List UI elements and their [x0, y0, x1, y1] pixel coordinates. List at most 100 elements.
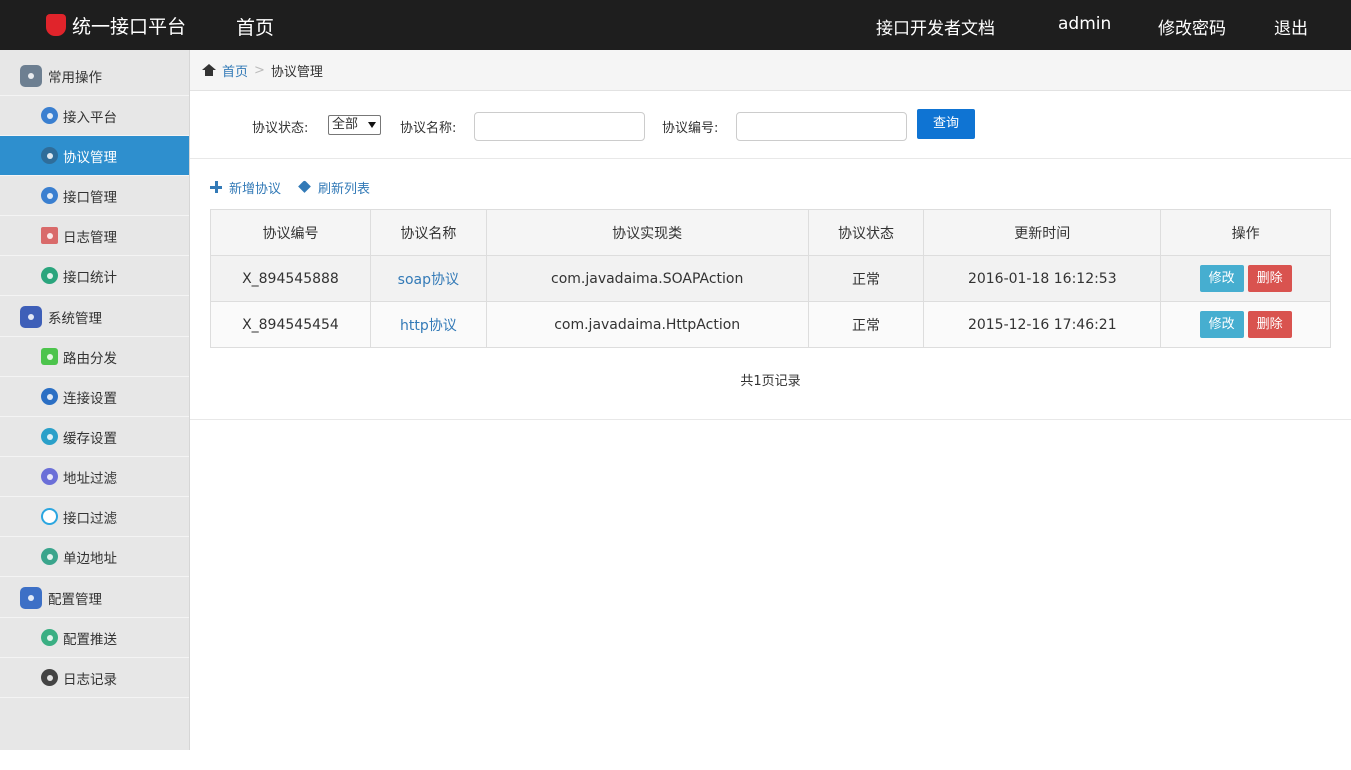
breadcrumb-current: 协议管理 [270, 64, 323, 80]
address-filter-icon [41, 468, 58, 485]
sidebar-item-interface-management[interactable]: 接口管理 [0, 176, 189, 216]
sidebar-item-connection-settings[interactable]: 连接设置 [0, 377, 189, 417]
status-select[interactable]: 全部 [328, 115, 381, 135]
nav-logout-link[interactable]: 退出 [1274, 14, 1308, 39]
cell-impl: com.javadaima.SOAPAction [485, 255, 809, 302]
connect-icon [41, 388, 58, 405]
refresh-list-label: 刷新列表 [318, 181, 371, 197]
sidebar-item-single-address[interactable]: 单边地址 [0, 537, 189, 577]
accessibility-icon [41, 107, 58, 124]
sidebar-item-label: 日志记录 [63, 671, 117, 688]
sidebar-item-protocol-management[interactable]: 协议管理 [0, 136, 189, 176]
code-label: 协议编号: [662, 121, 719, 136]
sidebar-item-label: 接口过滤 [63, 510, 117, 527]
breadcrumb: 首页 > 协议管理 [190, 50, 1351, 91]
sidebar-item-label: 接口统计 [63, 269, 117, 286]
add-protocol-button[interactable]: 新增协议 [210, 178, 281, 197]
shield-logo-icon [46, 14, 66, 36]
name-input[interactable] [474, 112, 645, 141]
nav-change-password-link[interactable]: 修改密码 [1158, 14, 1226, 39]
nav-home-link[interactable]: 首页 [236, 13, 274, 40]
brand-title: 统一接口平台 [72, 15, 187, 38]
home-icon [202, 64, 216, 76]
protocol-name-link[interactable]: http协议 [400, 318, 457, 334]
cell-status: 正常 [807, 255, 925, 302]
sidebar-item-label: 协议管理 [63, 149, 117, 166]
sidebar-item-log-management[interactable]: 日志管理 [0, 216, 189, 256]
edit-button[interactable]: 修改 [1199, 265, 1244, 292]
push-icon [41, 629, 58, 646]
sidebar-item-log-record[interactable]: 日志记录 [0, 658, 189, 698]
status-label: 协议状态: [252, 121, 309, 136]
col-header-actions: 操作 [1160, 209, 1331, 256]
caret-down-icon [368, 122, 376, 128]
cell-updated: 2015-12-16 17:46:21 [923, 301, 1162, 348]
sidebar-group-label: 系统管理 [48, 310, 102, 327]
cell-code: X_894545888 [210, 255, 371, 302]
brand[interactable]: 统一接口平台 [46, 12, 186, 38]
cell-status: 正常 [807, 301, 925, 348]
breadcrumb-home-link[interactable]: 首页 [222, 61, 248, 80]
add-protocol-label: 新增协议 [229, 181, 282, 197]
cache-icon [41, 428, 58, 445]
edit-button[interactable]: 修改 [1199, 311, 1244, 338]
sidebar-item-cache-settings[interactable]: 缓存设置 [0, 417, 189, 457]
leaf-icon [41, 267, 58, 284]
cell-impl: com.javadaima.HttpAction [485, 301, 809, 348]
search-form: 协议状态: 全部 协议名称: 协议编号: 查询 [190, 92, 1351, 159]
sidebar-item-interface-filter[interactable]: 接口过滤 [0, 497, 189, 537]
col-header-impl: 协议实现类 [485, 209, 809, 256]
pulse-icon [20, 586, 42, 609]
divider [190, 419, 1351, 420]
cell-code: X_894545454 [210, 301, 371, 348]
top-navbar: 统一接口平台 首页 接口开发者文档 admin 修改密码 退出 [0, 0, 1351, 50]
sidebar-group-common[interactable]: 常用操作 [0, 56, 189, 96]
sidebar-item-access-platform[interactable]: 接入平台 [0, 96, 189, 136]
record-icon [41, 669, 58, 686]
protocol-name-link[interactable]: soap协议 [398, 272, 459, 288]
cell-name: soap协议 [369, 255, 487, 302]
delete-button[interactable]: 删除 [1247, 311, 1292, 338]
settings-icon [20, 305, 42, 328]
gear-icon [20, 64, 42, 87]
sidebar-item-label: 缓存设置 [63, 430, 117, 447]
table-toolbar: 新增协议 刷新列表 [210, 178, 388, 197]
cell-name: http协议 [369, 301, 487, 348]
sidebar-item-label: 接入平台 [63, 109, 117, 126]
sidebar-group-config[interactable]: 配置管理 [0, 578, 189, 618]
refresh-list-button[interactable]: 刷新列表 [299, 178, 370, 197]
table-row: X_894545454 http协议 com.javadaima.HttpAct… [210, 301, 1331, 348]
sidebar-item-route-dispatch[interactable]: 路由分发 [0, 337, 189, 377]
col-header-updated: 更新时间 [923, 209, 1162, 256]
tag-icon [299, 181, 312, 194]
sidebar-group-system[interactable]: 系统管理 [0, 297, 189, 337]
chart-icon [41, 227, 58, 244]
interface-filter-icon [41, 508, 58, 525]
query-button[interactable]: 查询 [917, 109, 975, 139]
status-select-value: 全部 [332, 117, 359, 132]
network-icon [41, 147, 58, 164]
cell-updated: 2016-01-18 16:12:53 [923, 255, 1162, 302]
code-input[interactable] [736, 112, 907, 141]
nav-docs-link[interactable]: 接口开发者文档 [876, 14, 995, 39]
nav-user-link[interactable]: admin [1058, 14, 1111, 34]
col-header-code: 协议编号 [210, 209, 371, 256]
sidebar-item-label: 接口管理 [63, 189, 117, 206]
sidebar-item-label: 配置推送 [63, 631, 117, 648]
sidebar-item-address-filter[interactable]: 地址过滤 [0, 457, 189, 497]
sidebar-item-config-push[interactable]: 配置推送 [0, 618, 189, 658]
sidebar-group-label: 配置管理 [48, 591, 102, 608]
sidebar-item-interface-stats[interactable]: 接口统计 [0, 256, 189, 296]
sidebar-group-label: 常用操作 [48, 69, 102, 86]
pagination-info: 共1页记录 [740, 374, 801, 389]
name-label: 协议名称: [400, 121, 457, 136]
monitor-icon [41, 548, 58, 565]
delete-button[interactable]: 删除 [1247, 265, 1292, 292]
table-row: X_894545888 soap协议 com.javadaima.SOAPAct… [210, 255, 1331, 302]
sidebar-item-label: 地址过滤 [63, 470, 117, 487]
sidebar-item-label: 日志管理 [63, 229, 117, 246]
sidebar-item-label: 单边地址 [63, 550, 117, 567]
plus-icon [210, 181, 222, 193]
sidebar: 常用操作 接入平台 协议管理 接口管理 日志管理 接口统计 系统管理 路由分发 … [0, 50, 190, 750]
transfer-icon [41, 187, 58, 204]
